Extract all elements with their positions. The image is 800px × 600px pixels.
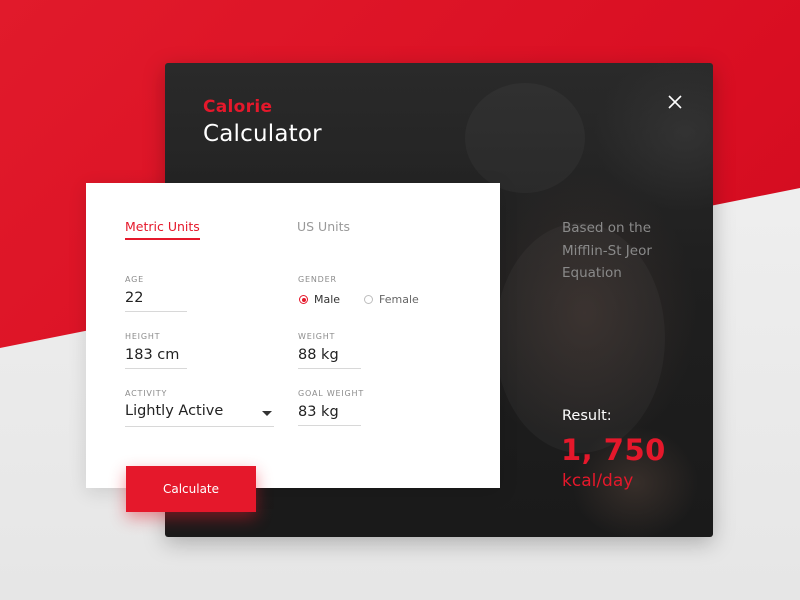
goal-weight-input[interactable]: 83 kg bbox=[298, 404, 361, 426]
equation-description: Based on the Mifflin-St Jeor Equation bbox=[562, 220, 652, 281]
result-unit: kcal/day bbox=[562, 471, 634, 491]
result-value: 1, 750 bbox=[561, 433, 666, 467]
radio-selected-icon bbox=[299, 295, 308, 304]
active-tab-underline bbox=[125, 238, 200, 240]
weight-label: WEIGHT bbox=[298, 332, 336, 341]
tab-us-units-label: US Units bbox=[297, 219, 351, 234]
activity-value: Lightly Active bbox=[125, 403, 224, 419]
chevron-down-icon bbox=[262, 411, 272, 416]
result-label: Result: bbox=[562, 408, 612, 424]
calculator-form: Metric Units US Units AGE 22 GENDER Male… bbox=[86, 183, 500, 488]
tab-metric-units-label: Metric Units bbox=[125, 219, 200, 234]
gender-female-label: Female bbox=[379, 293, 419, 306]
title-calorie: Calorie bbox=[203, 97, 273, 117]
gender-label: GENDER bbox=[298, 275, 337, 284]
background-photo bbox=[465, 83, 585, 193]
tab-us-units[interactable]: US Units bbox=[297, 219, 350, 234]
activity-label: ACTIVITY bbox=[125, 389, 168, 398]
height-input[interactable]: 183 cm bbox=[125, 347, 187, 369]
calculate-button[interactable]: Calculate bbox=[126, 466, 256, 512]
weight-input[interactable]: 88 kg bbox=[298, 347, 361, 369]
age-label: AGE bbox=[125, 275, 144, 284]
height-label: HEIGHT bbox=[125, 332, 161, 341]
activity-select[interactable]: Lightly Active bbox=[125, 403, 274, 427]
radio-unselected-icon bbox=[364, 295, 373, 304]
title-calculator: Calculator bbox=[203, 121, 322, 147]
age-input[interactable]: 22 bbox=[125, 290, 187, 312]
goal-weight-label: GOAL WEIGHT bbox=[298, 389, 365, 398]
tab-metric-units[interactable]: Metric Units bbox=[125, 219, 200, 240]
gender-radio-male[interactable]: Male bbox=[299, 293, 340, 306]
gender-male-label: Male bbox=[314, 293, 341, 306]
close-button[interactable] bbox=[665, 92, 685, 112]
close-icon bbox=[668, 95, 682, 109]
gender-radio-female[interactable]: Female bbox=[364, 293, 419, 306]
